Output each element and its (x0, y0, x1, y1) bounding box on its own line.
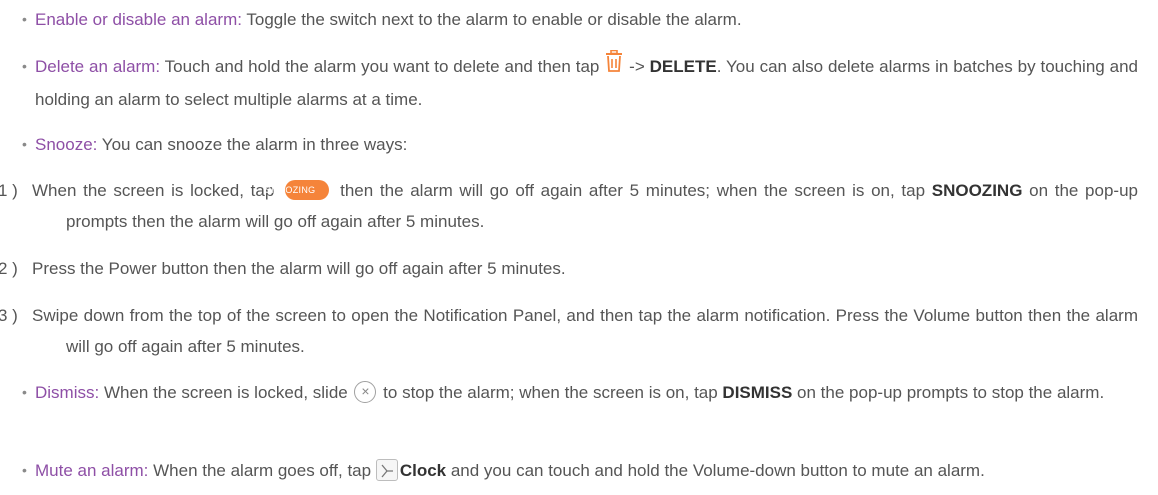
item-term: Mute an alarm: (35, 461, 149, 480)
item-body-after: on the pop-up prompts to stop the alarm. (792, 383, 1105, 402)
item-term: Delete an alarm: (35, 57, 161, 76)
list-item-snooze: • Snooze: You can snooze the alarm in th… (22, 129, 1138, 160)
item-text: Mute an alarm: When the alarm goes off, … (35, 455, 1138, 486)
item-text: Snooze: You can snooze the alarm in thre… (35, 129, 1138, 160)
snoozing-label: SNOOZING (931, 181, 1023, 200)
item-text: Delete an alarm: Touch and hold the alar… (35, 49, 1138, 115)
delete-label: DELETE (649, 57, 717, 76)
list-item-enable-disable: • Enable or disable an alarm: Toggle the… (22, 4, 1138, 35)
item-body: When the screen is locked, slide (99, 383, 353, 402)
sub-text: 1 ) When the screen is locked, tap SNOOZ… (0, 179, 1138, 231)
bullet: • (22, 58, 27, 74)
clock-app-icon (375, 458, 398, 481)
snooze-way-1: 1 ) When the screen is locked, tap SNOOZ… (0, 175, 1138, 237)
list-item-delete: • Delete an alarm: Touch and hold the al… (22, 49, 1138, 115)
dismiss-label: DISMISS (722, 383, 793, 402)
item-body: Toggle the switch next to the alarm to e… (241, 10, 742, 29)
item-term: Snooze: (35, 135, 98, 154)
item-body: Touch and hold the alarm you want to del… (160, 57, 605, 76)
item-text: Dismiss: When the screen is locked, slid… (35, 377, 1138, 408)
manual-page: • Enable or disable an alarm: Toggle the… (0, 0, 1158, 495)
list-item-dismiss: • Dismiss: When the screen is locked, sl… (22, 377, 1138, 408)
clock-label: Clock (399, 461, 447, 480)
arrow-text: -> (624, 57, 650, 76)
trash-icon (604, 49, 624, 82)
bullet: • (22, 462, 27, 478)
sub-text: 3 ) Swipe down from the top of the scree… (0, 306, 1138, 356)
item-text: Enable or disable an alarm: Toggle the s… (35, 4, 1138, 35)
sub-body-middle: then the alarm will go off again after 5… (333, 181, 932, 200)
snooze-way-2: 2 ) Press the Power button then the alar… (0, 253, 1138, 284)
dismiss-x-icon: × (354, 380, 377, 403)
list-item-mute: • Mute an alarm: When the alarm goes off… (22, 455, 1138, 486)
snooze-way-3: 3 ) Swipe down from the top of the scree… (0, 300, 1138, 362)
item-term: Dismiss: (35, 383, 100, 402)
item-body-after: and you can touch and hold the Volume-do… (446, 461, 985, 480)
item-body: You can snooze the alarm in three ways: (97, 135, 408, 154)
bullet: • (22, 11, 27, 27)
sub-text: 2 ) Press the Power button then the alar… (0, 259, 566, 278)
snooze-pill-icon: SNOOZING (265, 179, 330, 200)
sub-body: When the screen is locked, tap (32, 181, 282, 200)
item-term: Enable or disable an alarm: (35, 10, 242, 29)
bullet: • (22, 136, 27, 152)
sub-body: Swipe down from the top of the screen to… (32, 306, 1138, 356)
bullet: • (22, 384, 27, 400)
sub-body: Press the Power button then the alarm wi… (32, 259, 566, 278)
item-body-middle: to stop the alarm; when the screen is on… (378, 383, 723, 402)
item-body: When the alarm goes off, tap (148, 461, 376, 480)
